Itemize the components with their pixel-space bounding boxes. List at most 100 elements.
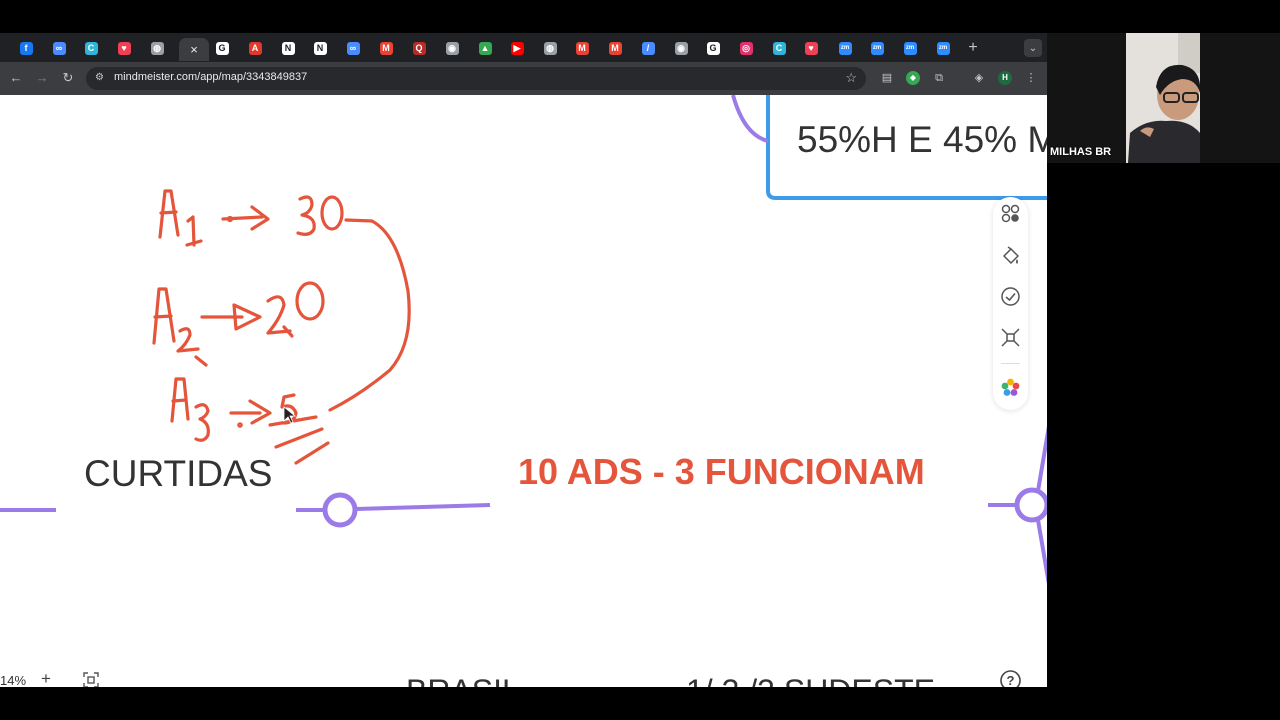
participant-name-label: MILHAS BR [1050, 146, 1112, 158]
browser-tab[interactable]: N [279, 39, 297, 57]
acrobat-icon: A [248, 41, 262, 55]
browser-tab[interactable]: C [82, 39, 100, 57]
browser-tab[interactable]: ◉ [672, 39, 690, 57]
branch-line-likes-ads [355, 503, 491, 511]
connection-icon[interactable] [1000, 327, 1021, 348]
branch-line-down [1036, 519, 1047, 585]
demographic-split-node[interactable]: 55%H E 45% M [797, 119, 1047, 161]
browser-tab[interactable]: ▲ [476, 39, 494, 57]
profile-avatar[interactable]: H [998, 71, 1012, 85]
browser-tab[interactable]: × [179, 38, 209, 61]
browser-tab[interactable]: ▶ [508, 39, 526, 57]
browser-tab[interactable]: zm [934, 39, 952, 57]
browser-tab[interactable]: zm [836, 39, 854, 57]
pocket-icon: ♥ [804, 41, 818, 55]
branch-node-ads [1014, 487, 1047, 523]
gmail-icon: M [379, 41, 393, 55]
canva-icon: C [84, 41, 98, 55]
mindmap-side-toolbar [993, 197, 1028, 410]
zoom-level: 14% [0, 673, 27, 687]
browser-tab[interactable]: ◍ [541, 39, 559, 57]
new-tab-button[interactable]: + [965, 39, 981, 57]
chrome-icon: ◉ [445, 41, 459, 55]
browser-tab[interactable]: A [246, 39, 264, 57]
google-icon: G [215, 41, 229, 55]
back-arrow-icon[interactable]: ← [8, 70, 24, 86]
tab-close-icon[interactable]: × [190, 42, 198, 57]
youtube-icon: ▶ [510, 41, 524, 55]
video-call-tile: MILHAS BR [1047, 33, 1280, 163]
gmail-icon: M [608, 41, 622, 55]
notion-icon: N [313, 41, 327, 55]
theme-layout-icon[interactable] [1000, 203, 1021, 224]
browser-tab[interactable]: ♥ [115, 39, 133, 57]
zoom-in-button[interactable]: + [38, 670, 54, 687]
globe-icon: ◍ [150, 41, 164, 55]
gmail-icon: M [575, 41, 589, 55]
browser-window: f ∞ C ♥ ◍ × G A N N ∞ M Q ◉ ▲ ▶ ◍ M M / ◉ G ◎ C ♥ zm zm zm zm + ⌄ ← … [0, 33, 1047, 687]
url-text[interactable]: mindmeister.com/app/map/3343849837 [114, 71, 307, 83]
bookmark-star-icon[interactable]: ☆ [845, 70, 857, 86]
browser-tab[interactable]: ◍ [148, 39, 166, 57]
likes-node[interactable]: CURTIDAS [84, 453, 272, 495]
sudeste-node[interactable]: 1/ 3 /3 SUDESTE [686, 673, 935, 687]
instagram-icon: ◎ [739, 41, 753, 55]
site-settings-icon[interactable]: ⚙ [95, 72, 107, 84]
canva-icon: C [772, 41, 786, 55]
browser-tab[interactable]: ◎ [737, 39, 755, 57]
toolbar-divider [1001, 363, 1020, 364]
fit-screen-icon[interactable] [82, 671, 100, 687]
zoom-icon: zm [903, 41, 917, 55]
zoom-icon: zm [838, 41, 852, 55]
browser-tab[interactable]: G [704, 39, 722, 57]
meta-icon: ∞ [52, 41, 66, 55]
browser-tab[interactable]: ∞ [50, 39, 68, 57]
tab-strip: f ∞ C ♥ ◍ × G A N N ∞ M Q ◉ ▲ ▶ ◍ M M / ◉ G ◎ C ♥ zm zm zm zm [0, 33, 1047, 62]
extensions-puzzle-icon[interactable]: ⧉ [932, 71, 946, 85]
browser-tab[interactable]: zm [868, 39, 886, 57]
performance-icon[interactable]: ◈ [972, 71, 986, 85]
branch-line-up [1036, 425, 1047, 492]
browser-tab[interactable]: M [606, 39, 624, 57]
browser-tab[interactable]: / [639, 39, 657, 57]
menu-kebab-icon[interactable]: ⋮ [1024, 71, 1038, 85]
brasil-node[interactable]: BRASIL [406, 673, 520, 687]
extension-icon[interactable]: ◆ [906, 71, 920, 85]
browser-tab[interactable]: ∞ [344, 39, 362, 57]
drive-icon: ▲ [478, 41, 492, 55]
browser-tab[interactable]: C [770, 39, 788, 57]
browser-tab[interactable]: zm [901, 39, 919, 57]
help-button[interactable]: ? [999, 669, 1022, 687]
browser-tab[interactable]: M [377, 39, 395, 57]
mindmap-canvas[interactable]: 55%H E 45% M CURTIDAS 10 ADS - 3 FUNCION… [0, 95, 1047, 687]
browser-toolbar: ← → ↻ ⚙ mindmeister.com/app/map/33438498… [0, 62, 1047, 95]
color-palette-icon[interactable] [1000, 377, 1021, 398]
browser-tab[interactable]: ◉ [443, 39, 461, 57]
meta-icon: ∞ [346, 41, 360, 55]
zoom-icon: zm [936, 41, 950, 55]
address-bar[interactable]: ⚙ mindmeister.com/app/map/3343849837 ☆ [86, 67, 866, 90]
quora-icon: Q [412, 41, 426, 55]
forward-arrow-icon[interactable]: → [34, 70, 50, 86]
participant-video-feed [1126, 33, 1200, 163]
handwriting-annotation [152, 189, 411, 465]
help-circle-icon: ? [1000, 670, 1021, 687]
task-check-icon[interactable] [1000, 286, 1021, 307]
browser-tab[interactable]: N [311, 39, 329, 57]
browser-tab[interactable]: ♥ [802, 39, 820, 57]
ads-node[interactable]: 10 ADS - 3 FUNCIONAM [518, 451, 925, 493]
chrome-icon: ◉ [674, 41, 688, 55]
notion-icon: N [281, 41, 295, 55]
style-paint-bucket-icon[interactable] [1000, 245, 1021, 266]
reload-icon[interactable]: ↻ [60, 70, 76, 86]
globe-icon: ◍ [543, 41, 557, 55]
browser-tab[interactable]: f [17, 39, 35, 57]
reading-list-icon[interactable]: ▤ [880, 71, 894, 85]
google-icon: G [706, 41, 720, 55]
browser-tab[interactable]: Q [410, 39, 428, 57]
browser-tab[interactable]: G [213, 39, 231, 57]
pocket-icon: ♥ [117, 41, 131, 55]
pen-icon: / [641, 41, 655, 55]
browser-tab[interactable]: M [573, 39, 591, 57]
tab-search-button[interactable]: ⌄ [1024, 39, 1042, 57]
